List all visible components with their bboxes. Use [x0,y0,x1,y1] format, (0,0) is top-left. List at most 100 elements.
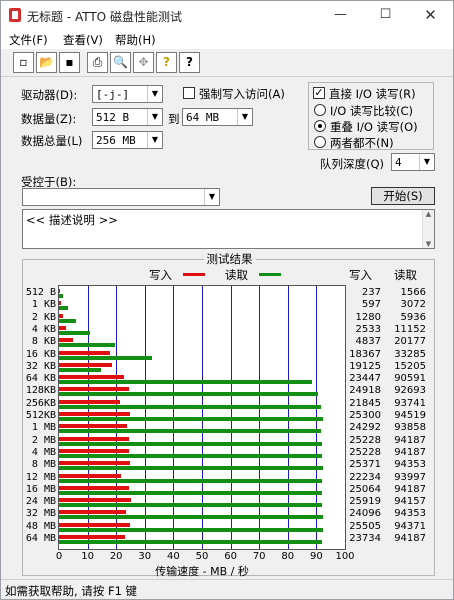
description-box[interactable]: << 描述说明 >> ▲ ▼ [22,209,435,249]
write-value: 237 [361,287,381,298]
row-label: 16 KB [25,348,56,360]
write-bar [59,412,130,416]
x-tick-label: 30 [138,551,152,562]
app-window: 无标题 - ATTO 磁盘性能测试 — ☐ ✕ 文件(F) 查看(V) 帮助(H… [0,0,454,600]
data-size-to-select[interactable]: 64 MB ▼ [182,108,253,126]
write-value: 2533 [355,323,381,335]
read-legend-label: 读取 [225,268,248,282]
read-value: 94187 [394,533,426,544]
row-label: 32 KB [25,360,56,372]
read-bar [59,490,323,495]
drive-value: [-j-] [96,88,130,101]
row-label: 64 KB [25,373,56,385]
write-bar [59,448,130,453]
read-value: 94371 [394,520,426,532]
queue-depth-label: 队列深度(Q) [320,157,385,171]
write-bar [59,473,122,478]
scroll-up-icon[interactable]: ▲ [423,210,434,218]
close-button[interactable]: ✕ [408,1,453,29]
title-bar: 无标题 - ATTO 磁盘性能测试 — ☐ ✕ [1,1,453,29]
read-bar [59,515,323,520]
save-disk-icon[interactable]: ▪ [59,52,80,73]
scroll-down-icon[interactable]: ▼ [423,240,434,248]
data-size-label: 数据量(Z): [21,112,77,126]
write-bar [59,301,61,306]
read-bar [59,429,322,434]
read-value: 94187 [394,483,426,495]
menu-file[interactable]: 文件(F) [9,32,48,48]
read-bar [59,453,323,458]
read-value: 3072 [400,299,426,311]
row-label: 24 MB [25,496,56,508]
row-label: 128KB [25,385,56,397]
row-label: 32 MB [25,508,56,520]
overlap-io-radio[interactable] [314,120,326,132]
write-bar [59,461,130,466]
read-bar [59,441,323,446]
write-value: 25371 [349,459,381,471]
row-label: 8 MB [31,459,56,471]
context-help-icon[interactable]: ? [179,52,200,73]
print-preview-icon[interactable]: 🔍 [110,52,131,73]
read-bar [59,367,102,372]
total-select[interactable]: 256 MB ▼ [92,131,163,149]
force-write-label: 强制写入访问(A) [199,87,285,101]
queue-depth-value: 4 [395,156,402,169]
controlled-by-select[interactable]: ▼ [22,188,220,206]
read-value: 94353 [394,459,426,471]
write-value: 22234 [349,471,381,483]
read-value: 90591 [394,373,426,385]
start-button[interactable]: 开始(S) [371,187,435,205]
write-value: 18367 [349,348,381,360]
read-bar [59,343,116,348]
read-value: 94353 [394,508,426,520]
io-compare-label: I/O 读写比较(C) [330,104,413,118]
x-tick-label: 70 [252,551,266,562]
menu-bar: 文件(F) 查看(V) 帮助(H) [1,29,453,49]
read-bar [59,503,322,508]
read-bar [59,478,322,483]
write-value: 24292 [349,422,381,434]
write-bar [59,313,63,318]
read-value: 93741 [394,397,426,409]
write-value: 25228 [349,434,381,446]
write-bar [59,522,131,527]
open-folder-icon[interactable]: 📂 [36,52,57,73]
write-bar [59,399,120,404]
read-value: 92693 [394,385,426,397]
minimize-button[interactable]: — [318,1,363,29]
row-label: 1 MB [31,422,56,434]
results-title-wrap: 测试结果 [23,251,436,267]
row-label: 256KB [25,397,56,409]
read-column-header: 读取 [394,268,417,282]
neither-radio[interactable] [314,136,326,148]
write-bar [59,362,113,367]
write-value: 24096 [349,508,381,520]
write-legend-swatch [183,273,205,276]
results-title: 测试结果 [203,252,256,266]
menu-help[interactable]: 帮助(H) [115,32,156,48]
menu-view[interactable]: 查看(V) [63,32,103,48]
write-bar [59,289,60,293]
x-axis-label: 传输速度 - MB / 秒 [155,565,249,578]
read-bar [59,540,323,544]
write-value: 23734 [349,533,381,544]
print-icon[interactable]: ⎙ [87,52,108,73]
data-size-from-select[interactable]: 512 B ▼ [92,108,163,126]
drive-select[interactable]: [-j-] ▼ [92,85,163,103]
io-compare-radio[interactable] [314,104,326,116]
queue-depth-select[interactable]: 4 ▼ [391,153,435,171]
row-label: 512KB [25,410,56,421]
description-scrollbar[interactable]: ▲ ▼ [422,210,434,248]
help-icon[interactable]: ? [156,52,177,73]
row-label: 12 MB [25,471,56,483]
maximize-button[interactable]: ☐ [363,1,408,29]
x-tick-label: 90 [310,551,323,562]
read-bar [59,306,68,311]
write-bar [59,325,67,330]
new-document-icon[interactable]: ▫ [13,52,34,73]
move-icon[interactable]: ✥ [133,52,154,73]
write-bar [59,338,73,343]
force-write-checkbox[interactable] [183,87,195,99]
read-value: 94187 [394,446,426,458]
